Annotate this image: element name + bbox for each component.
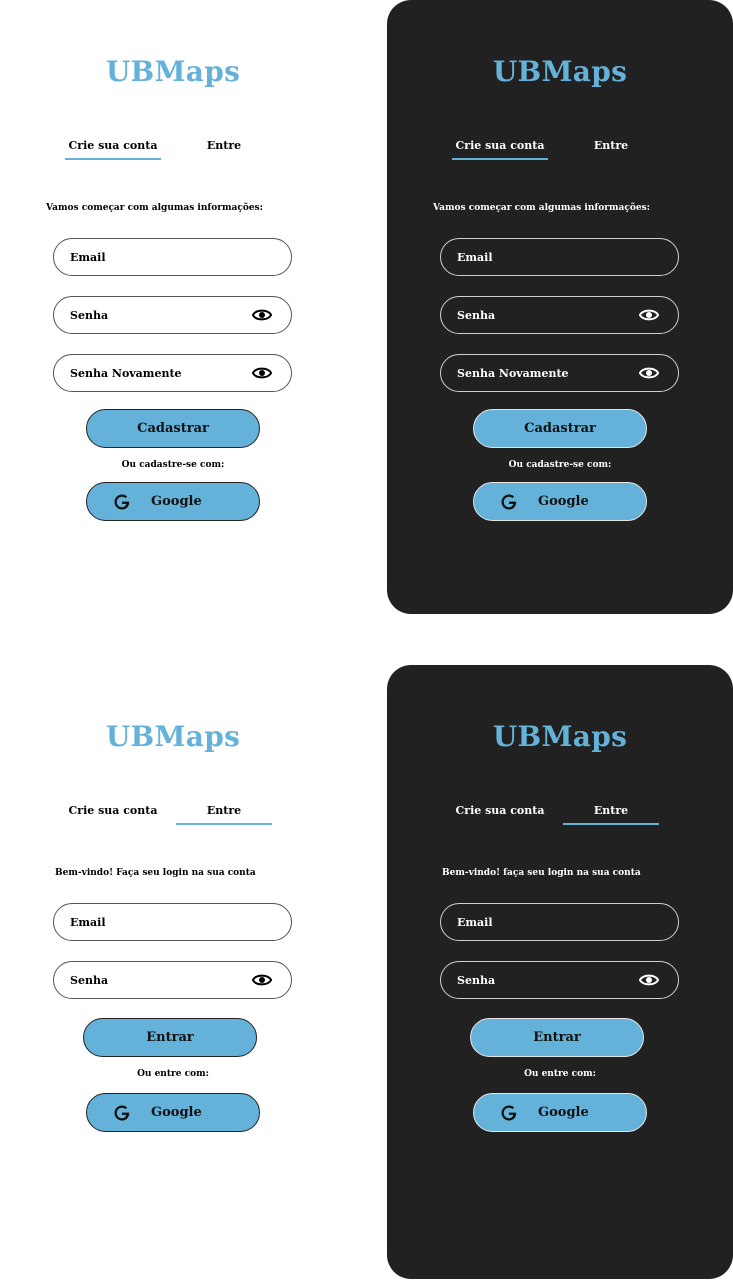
google-button[interactable]: Google — [473, 1093, 647, 1132]
email-field-label: Email — [70, 915, 106, 929]
tab-login[interactable]: Entre — [563, 804, 659, 825]
app-logo: UBMaps — [492, 720, 628, 753]
tab-signup[interactable]: Crie sua conta — [452, 804, 548, 823]
google-icon — [501, 494, 517, 509]
or-login-text: Ou entre com: — [137, 1069, 209, 1079]
app-logo: UBMaps — [492, 55, 628, 88]
email-field-label: Email — [457, 250, 493, 264]
email-field[interactable]: Email — [440, 903, 679, 941]
signup-button[interactable]: Cadastrar — [473, 409, 647, 448]
tab-login[interactable]: Entre — [176, 139, 272, 158]
tab-login[interactable]: Entre — [563, 139, 659, 158]
email-field[interactable]: Email — [440, 238, 679, 276]
login-screen-light: UBMaps Crie sua conta Entre Bem-vindo! F… — [0, 665, 346, 1279]
tab-signup[interactable]: Crie sua conta — [65, 804, 161, 823]
app-logo: UBMaps — [105, 720, 241, 753]
password-repeat-field[interactable]: Senha Novamente — [440, 354, 679, 392]
email-field-label: Email — [457, 915, 493, 929]
intro-text: Bem-vindo! faça seu login na sua conta — [442, 868, 641, 878]
google-button-label: Google — [151, 494, 202, 509]
password-field[interactable]: Senha — [53, 296, 292, 334]
login-screen-dark: UBMaps Crie sua conta Entre Bem-vindo! f… — [387, 665, 733, 1279]
tab-signup[interactable]: Crie sua conta — [65, 139, 161, 160]
app-logo: UBMaps — [105, 55, 241, 88]
eye-icon[interactable] — [639, 972, 659, 988]
intro-text: Bem-vindo! Faça seu login na sua conta — [55, 868, 256, 878]
password-field-label: Senha — [70, 973, 109, 987]
or-signup-text: Ou cadastre-se com: — [121, 460, 225, 470]
eye-icon[interactable] — [252, 972, 272, 988]
eye-icon[interactable] — [252, 365, 272, 381]
google-button-label: Google — [151, 1105, 202, 1120]
password-field-label: Senha — [457, 973, 496, 987]
tab-signup[interactable]: Crie sua conta — [452, 139, 548, 160]
eye-icon[interactable] — [252, 307, 272, 323]
google-button[interactable]: Google — [86, 482, 260, 521]
password-repeat-field-label: Senha Novamente — [70, 366, 182, 380]
google-icon — [114, 1105, 130, 1120]
eye-icon[interactable] — [639, 307, 659, 323]
password-field-label: Senha — [70, 308, 109, 322]
tab-login[interactable]: Entre — [176, 804, 272, 825]
or-signup-text: Ou cadastre-se com: — [508, 460, 612, 470]
signup-screen-light: UBMaps Crie sua conta Entre Vamos começa… — [0, 0, 346, 614]
password-field[interactable]: Senha — [440, 961, 679, 999]
signup-button[interactable]: Cadastrar — [86, 409, 260, 448]
google-button[interactable]: Google — [473, 482, 647, 521]
google-button[interactable]: Google — [86, 1093, 260, 1132]
email-field[interactable]: Email — [53, 238, 292, 276]
password-field[interactable]: Senha — [440, 296, 679, 334]
google-button-label: Google — [538, 494, 589, 509]
intro-text: Vamos começar com algumas informações: — [433, 203, 650, 213]
signup-screen-dark: UBMaps Crie sua conta Entre Vamos começa… — [387, 0, 733, 614]
email-field[interactable]: Email — [53, 903, 292, 941]
login-button[interactable]: Entrar — [470, 1018, 644, 1057]
login-button[interactable]: Entrar — [83, 1018, 257, 1057]
google-icon — [114, 494, 130, 509]
intro-text: Vamos começar com algumas informações: — [46, 203, 263, 213]
google-button-label: Google — [538, 1105, 589, 1120]
google-icon — [501, 1105, 517, 1120]
password-repeat-field[interactable]: Senha Novamente — [53, 354, 292, 392]
password-field-label: Senha — [457, 308, 496, 322]
email-field-label: Email — [70, 250, 106, 264]
eye-icon[interactable] — [639, 365, 659, 381]
password-repeat-field-label: Senha Novamente — [457, 366, 569, 380]
password-field[interactable]: Senha — [53, 961, 292, 999]
or-login-text: Ou entre com: — [524, 1069, 596, 1079]
